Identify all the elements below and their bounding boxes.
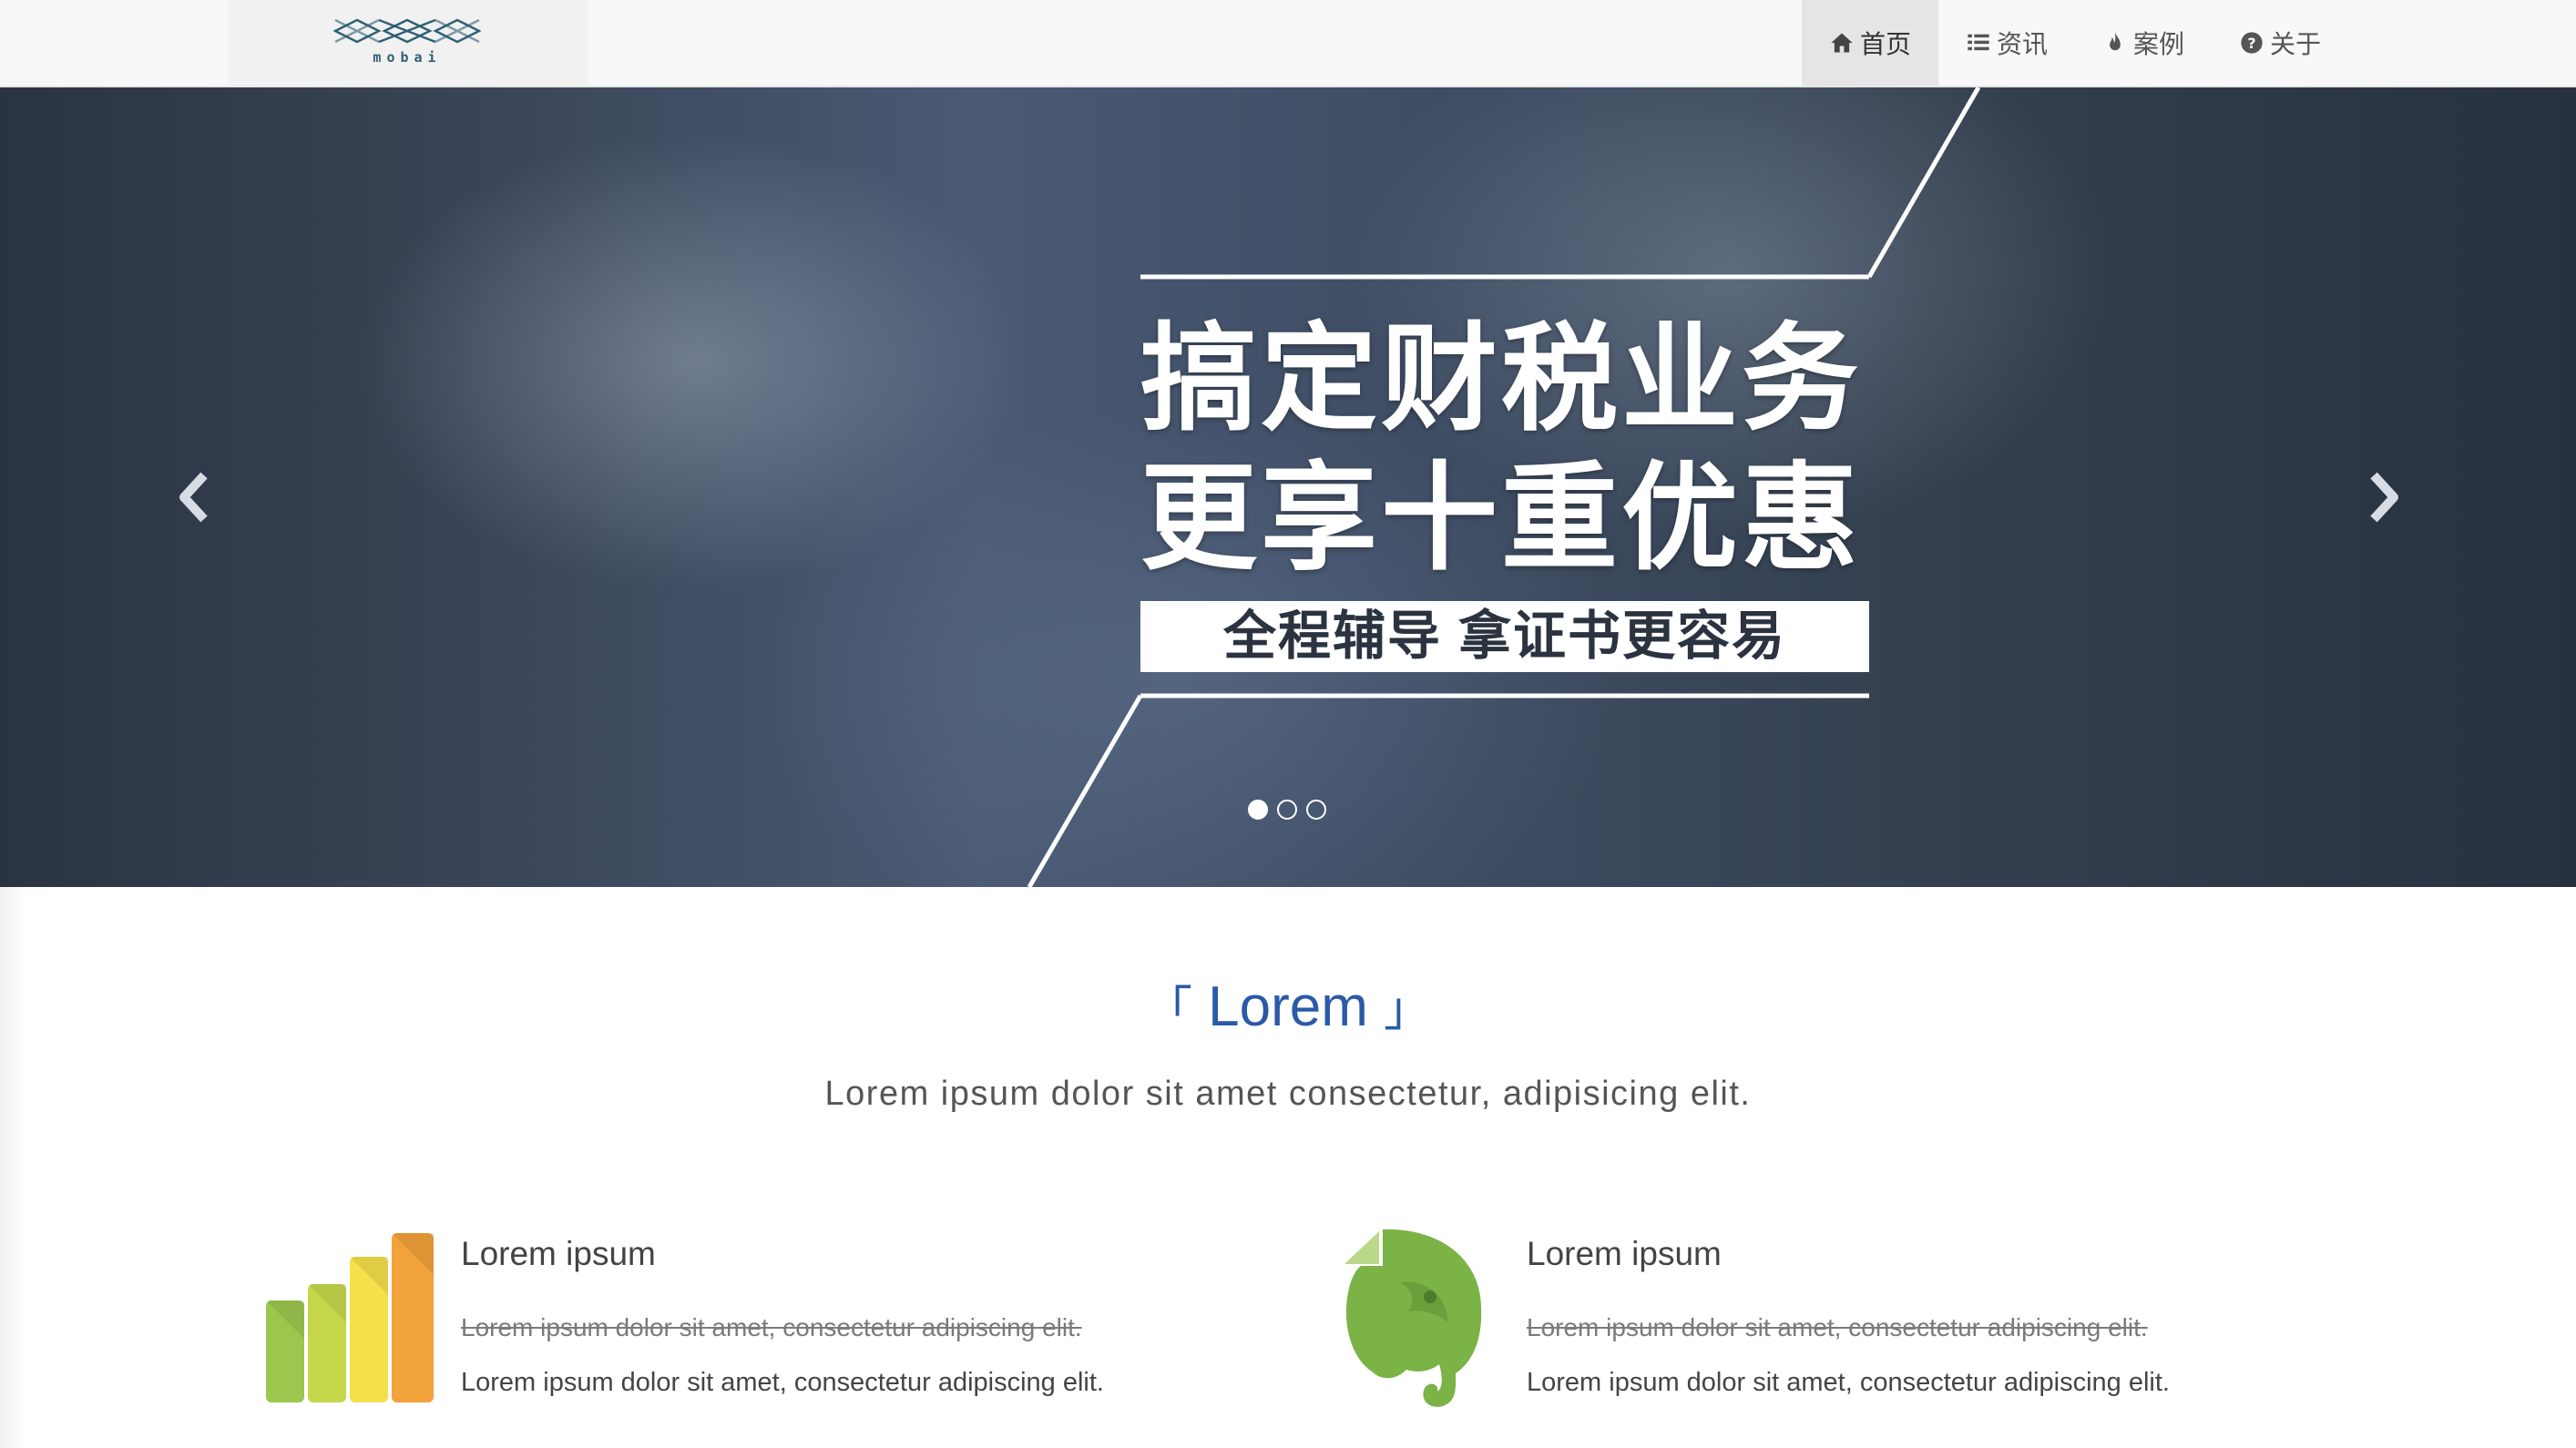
home-icon xyxy=(1831,33,1853,53)
feature-description: Lorem ipsum dolor sit amet, consectetur … xyxy=(1527,1368,2170,1397)
logo[interactable]: mobai xyxy=(228,0,588,86)
title-bracket-open: 「 xyxy=(1144,984,1192,1036)
nav-item-about[interactable]: ? 关于 xyxy=(2212,0,2348,86)
feature-title: Lorem ipsum xyxy=(461,1235,656,1272)
feature-strikethrough-text: Lorem ipsum dolor sit amet, consectetur … xyxy=(1527,1313,2148,1341)
question-circle-icon: ? xyxy=(2241,32,2263,54)
feature-card: Lorem ipsum Lorem ipsum dolor sit amet, … xyxy=(1335,1228,2246,1419)
main-nav: 首页 资讯 案例 ? 关于 xyxy=(1802,0,2348,86)
banner-headline-line1: 搞定财税业务 xyxy=(1140,311,1863,447)
section-title: 「 Lorem 」 xyxy=(0,971,2576,1046)
elephant-icon xyxy=(1344,1229,1482,1407)
crossed-arrows-logo: mobai xyxy=(333,18,481,66)
svg-text:?: ? xyxy=(2247,35,2255,52)
list-icon xyxy=(1968,34,1989,51)
nav-item-label: 案例 xyxy=(2133,30,2185,58)
chevron-left-icon xyxy=(179,472,208,523)
feature-card: Lorem ipsum Lorem ipsum dolor sit amet, … xyxy=(262,1228,1173,1419)
feature-description: Lorem ipsum dolor sit amet, consectetur … xyxy=(461,1368,1104,1397)
carousel-dot-3[interactable] xyxy=(1306,800,1326,820)
bar-chart-icon xyxy=(266,1233,434,1402)
carousel-next-button[interactable] xyxy=(2357,461,2412,534)
carousel-dot-2[interactable] xyxy=(1277,800,1297,820)
feature-title: Lorem ipsum xyxy=(1527,1235,1722,1272)
nav-item-label: 首页 xyxy=(1860,30,1912,58)
nav-item-cases[interactable]: 案例 xyxy=(2075,0,2212,86)
nav-item-label: 资讯 xyxy=(1997,30,2049,58)
chevron-right-icon xyxy=(2370,472,2398,523)
carousel-prev-button[interactable] xyxy=(166,461,220,534)
carousel-dot-1[interactable] xyxy=(1248,800,1268,820)
nav-item-home[interactable]: 首页 xyxy=(1802,0,1939,86)
banner-subline: 全程辅导 拿证书更容易 xyxy=(1140,601,1869,672)
top-navbar: mobai 首页 资讯 案例 ? 关于 xyxy=(0,0,2576,87)
title-bracket-close: 」 xyxy=(1384,984,1432,1036)
logo-text: mobai xyxy=(373,49,441,66)
nav-item-news[interactable]: 资讯 xyxy=(1938,0,2075,86)
nav-item-label: 关于 xyxy=(2270,30,2322,58)
section-title-text: Lorem xyxy=(1208,975,1368,1038)
feature-strikethrough-text: Lorem ipsum dolor sit amet, consectetur … xyxy=(461,1313,1082,1341)
fire-icon xyxy=(2110,32,2121,51)
banner-headline-line2: 更享十重优惠 xyxy=(1140,450,1863,586)
hero-carousel: 搞定财税业务 更享十重优惠 全程辅导 拿证书更容易 xyxy=(0,87,2576,887)
carousel-indicators xyxy=(1248,800,1326,820)
section-subtitle: Lorem ipsum dolor sit amet consectetur, … xyxy=(824,1075,1752,1113)
